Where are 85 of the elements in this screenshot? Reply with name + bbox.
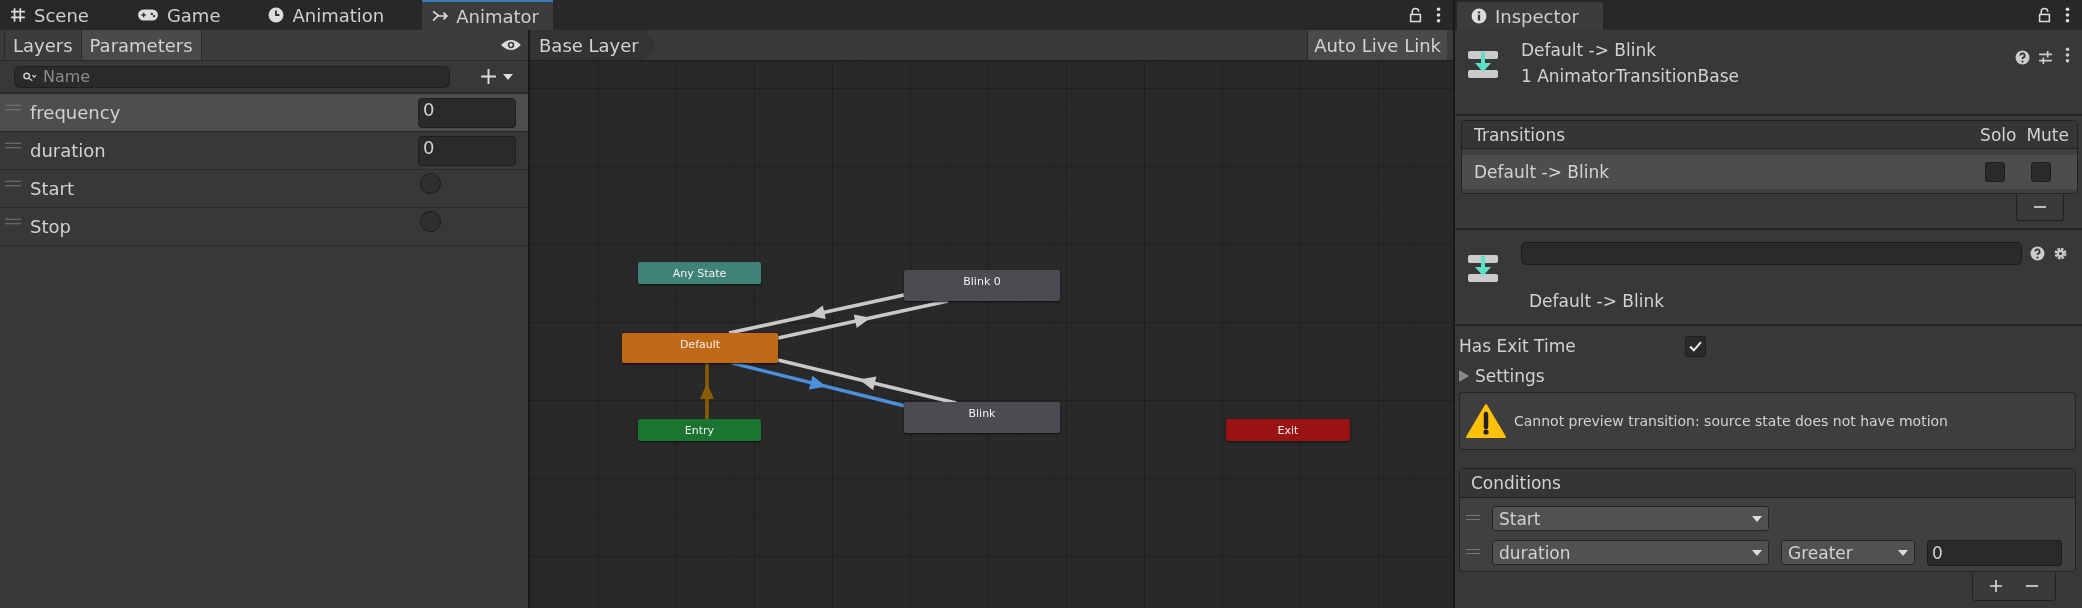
transition-row[interactable]: Default -> Blink	[1462, 155, 2077, 189]
gamepad-icon	[136, 7, 159, 23]
transition-label: Default -> Blink	[1529, 291, 1666, 311]
state-node[interactable]: Blink 0	[904, 270, 1060, 301]
state-node[interactable]: Default	[622, 333, 778, 363]
add-icon[interactable]	[1989, 579, 2003, 593]
more-options-icon[interactable]	[1436, 7, 1441, 23]
parameter-name: Stop	[30, 216, 72, 237]
branch-icon	[432, 8, 449, 24]
parameter-row[interactable]: duration 0	[0, 132, 528, 170]
lock-icon[interactable]	[1409, 7, 1422, 23]
drag-handle-icon[interactable]	[5, 104, 21, 111]
lock-icon[interactable]	[2038, 7, 2051, 23]
drag-handle-icon[interactable]	[5, 218, 21, 225]
transition-icon	[1467, 252, 1499, 284]
auto-live-link-button[interactable]: Auto Live Link	[1307, 30, 1447, 60]
parameter-name: duration	[30, 140, 107, 161]
add-icon[interactable]	[480, 68, 497, 85]
state-node[interactable]: Any State	[638, 262, 761, 284]
has-exit-time-label: Has Exit Time	[1459, 336, 1577, 356]
state-node[interactable]: Entry	[638, 419, 761, 441]
parameter-row[interactable]: Stop	[0, 208, 528, 246]
help-icon[interactable]	[2015, 50, 2030, 65]
name-field[interactable]	[1521, 242, 2022, 265]
info-icon	[1471, 8, 1487, 24]
trigger-toggle[interactable]	[420, 173, 441, 194]
editor-tab[interactable]: Game	[126, 0, 235, 30]
transition-arrow[interactable]	[777, 358, 957, 405]
caret-icon	[1752, 515, 1762, 522]
inspector-subtitle: 1 AnimatorTransitionBase	[1521, 66, 1739, 86]
panel-tab[interactable]: Parameters	[81, 30, 202, 60]
column-header: Solo	[1980, 124, 2017, 145]
transition-arrow[interactable]	[731, 361, 906, 408]
transition-icon	[1467, 48, 1499, 80]
checkmark-icon	[1689, 340, 1702, 352]
grid-icon	[10, 7, 26, 23]
state-node[interactable]: Exit	[1226, 419, 1350, 441]
editor-tab[interactable]: Animation	[258, 0, 399, 30]
breadcrumb[interactable]: Base Layer	[530, 30, 657, 60]
conditions-title: Conditions	[1460, 469, 2075, 498]
editor-tab[interactable]: Scene	[0, 0, 103, 30]
parameter-name: Start	[30, 178, 75, 199]
panel-tab[interactable]: Layers	[4, 30, 82, 60]
editor-tab[interactable]: Animator	[422, 0, 554, 30]
more-options-icon[interactable]	[2065, 7, 2070, 23]
value-field[interactable]: 0	[1927, 539, 2062, 566]
value-field[interactable]: 0	[418, 97, 516, 128]
trigger-toggle[interactable]	[420, 211, 441, 232]
drag-handle-icon[interactable]	[5, 142, 21, 149]
has-exit-time-checkbox[interactable]	[1685, 335, 1706, 357]
foldout-arrow-icon	[1459, 370, 1469, 382]
search-field[interactable]: Name	[14, 65, 450, 88]
parameter-row[interactable]: Start	[0, 170, 528, 208]
eye-icon[interactable]	[500, 38, 522, 52]
inspector-tab[interactable]: Inspector	[1457, 2, 1603, 30]
search-icon	[23, 71, 36, 82]
drag-handle-icon[interactable]	[1466, 514, 1480, 521]
caret-icon	[1752, 549, 1762, 556]
column-header: Transitions	[1474, 124, 1567, 145]
parameter-dropdown[interactable]: Start	[1492, 506, 1769, 531]
mute-checkbox[interactable]	[2031, 162, 2051, 182]
state-node[interactable]: Blink	[904, 402, 1060, 433]
value-field[interactable]: 0	[418, 135, 516, 166]
mode-dropdown[interactable]: Greater	[1781, 540, 1915, 565]
warning-icon	[1466, 403, 1506, 439]
help-icon[interactable]	[2030, 246, 2045, 261]
settings-foldout[interactable]: Settings	[1459, 362, 2076, 390]
clock-icon	[268, 7, 285, 23]
warning-message: Cannot preview transition: source state does not have motion	[1514, 413, 1948, 429]
solo-checkbox[interactable]	[1985, 162, 2005, 182]
inspector-title: Default -> Blink	[1521, 40, 1658, 60]
parameter-dropdown[interactable]: duration	[1492, 540, 1769, 565]
parameter-name: frequency	[30, 102, 122, 123]
parameter-row[interactable]: frequency 0	[0, 94, 528, 132]
column-header: Mute	[2026, 124, 2069, 145]
sliders-icon[interactable]	[2038, 50, 2053, 65]
drag-handle-icon[interactable]	[5, 180, 21, 187]
transition-arrow[interactable]	[728, 293, 905, 335]
caret-icon	[1898, 549, 1908, 556]
drag-handle-icon[interactable]	[1466, 548, 1480, 555]
settings-icon[interactable]	[2053, 246, 2068, 261]
transition-name: Default -> Blink	[1474, 162, 1611, 182]
more-options-icon[interactable]	[2065, 46, 2070, 63]
transition-arrow[interactable]	[777, 299, 949, 340]
caret-icon[interactable]	[503, 73, 513, 80]
